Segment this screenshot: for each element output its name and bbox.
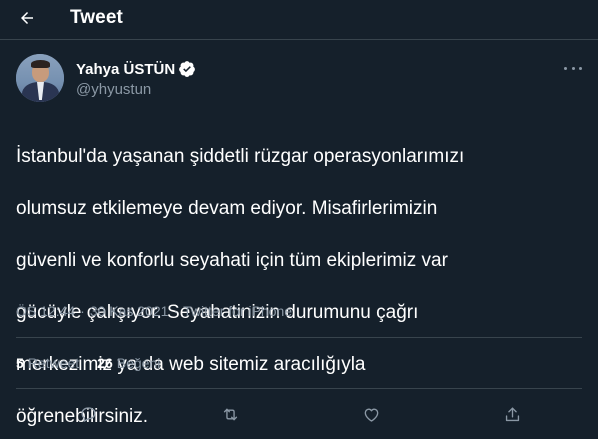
top-bar: Tweet	[0, 0, 598, 36]
retweet-icon[interactable]	[216, 400, 244, 428]
stats-bottom-divider	[16, 388, 582, 389]
tweet-text-line: güvenli ve konforlu seyahati için tüm ek…	[16, 250, 448, 271]
tweet-actions-bar	[0, 400, 598, 428]
header-divider	[0, 39, 598, 40]
back-arrow-icon[interactable]	[14, 5, 40, 31]
tweet-text: İstanbul'da yaşanan şiddetli rüzgar oper…	[16, 118, 582, 439]
like-count: 26	[97, 355, 113, 371]
tweet-metadata: ÖS 12:44 · 30 Kas 2021 · Twitter for iPh…	[16, 303, 292, 319]
tweet-author: Yahya ÜSTÜN @yhyustun	[16, 54, 196, 102]
retweet-count-link[interactable]: 5 Retweet	[16, 355, 79, 371]
tweet-stats: 5 Retweet 26 Beğeni	[16, 355, 160, 371]
avatar[interactable]	[16, 54, 64, 102]
more-options-icon[interactable]	[564, 62, 582, 74]
verified-badge-icon	[179, 61, 196, 77]
like-label: Beğeni	[116, 355, 161, 371]
retweet-count: 5	[16, 355, 24, 371]
share-icon[interactable]	[498, 400, 526, 428]
meta-separator: ·	[80, 303, 85, 319]
tweet-date[interactable]: 30 Kas 2021	[90, 303, 169, 319]
page-title: Tweet	[70, 7, 123, 28]
tweet-time[interactable]: ÖS 12:44	[16, 303, 75, 319]
tweet-text-line: olumsuz etkilemeye devam ediyor. Misafir…	[16, 198, 438, 219]
like-icon[interactable]	[357, 400, 385, 428]
author-handle[interactable]: @yhyustun	[76, 81, 196, 98]
tweet-text-line: İstanbul'da yaşanan şiddetli rüzgar oper…	[16, 146, 465, 167]
retweet-label: Retweet	[27, 355, 80, 371]
author-names: Yahya ÜSTÜN @yhyustun	[76, 60, 196, 98]
reply-icon[interactable]	[74, 400, 102, 428]
author-display-name[interactable]: Yahya ÜSTÜN	[76, 61, 175, 78]
tweet-source[interactable]: Twitter for iPhone	[183, 303, 292, 319]
like-count-link[interactable]: 26 Beğeni	[97, 355, 160, 371]
tweet-detail-page: Tweet Yahya ÜSTÜN @yhyustun İstanbul'da …	[0, 0, 598, 439]
stats-top-divider	[16, 337, 582, 338]
meta-separator: ·	[173, 303, 179, 319]
